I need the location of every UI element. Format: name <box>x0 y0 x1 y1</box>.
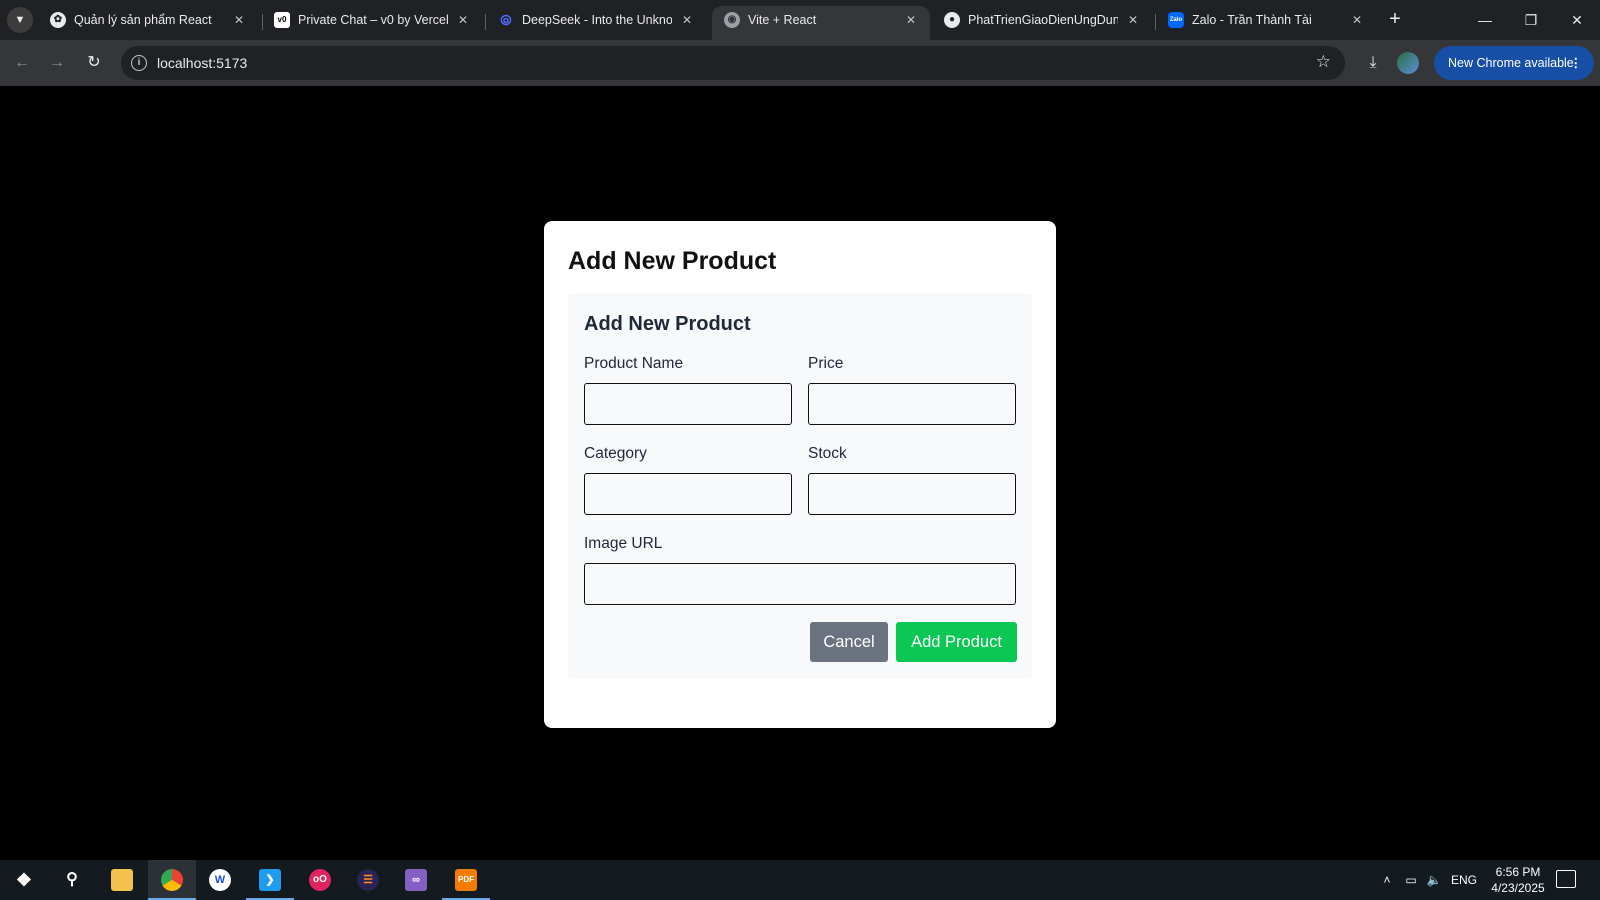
new-chrome-available-button[interactable]: New Chrome available ⋮ <box>1434 46 1594 80</box>
product-form: Add New Product Product Name Price Categ… <box>568 293 1032 679</box>
update-label: New Chrome available <box>1448 56 1574 70</box>
tab-title: Quản lý sản phẩm React <box>74 13 212 27</box>
taskbar-eclipse[interactable]: ☰ <box>344 860 392 900</box>
search-icon: ⚲ <box>66 871 78 888</box>
deepseek-icon: ⦾ <box>500 12 512 28</box>
modal-title: Add New Product <box>568 247 777 275</box>
close-icon[interactable]: ✕ <box>230 11 248 29</box>
minimize-button[interactable]: — <box>1462 0 1508 40</box>
windows-start-icon: ❖ <box>15 870 33 890</box>
stock-input[interactable] <box>808 473 1016 515</box>
taskbar-vscode[interactable]: ❯ <box>246 860 294 900</box>
category-label: Category <box>584 445 647 462</box>
tab-title: Zalo - Trần Thành Tài <box>1192 13 1312 27</box>
tab-title: DeepSeek - Into the Unknown <box>522 13 672 27</box>
taskbar-visual-studio[interactable]: ∞ <box>392 860 440 900</box>
product-name-label: Product Name <box>584 355 684 372</box>
v0-icon: v0 <box>274 12 290 28</box>
app-icon: oO <box>309 869 331 891</box>
cancel-button[interactable]: Cancel <box>810 622 888 662</box>
taskbar-file-explorer[interactable] <box>98 860 146 900</box>
taskbar-chrome[interactable] <box>148 860 196 900</box>
chrome-icon <box>161 869 183 891</box>
stock-label: Stock <box>808 445 847 462</box>
add-product-button[interactable]: Add Product <box>896 622 1017 662</box>
chatgpt-icon: ✿ <box>50 12 66 28</box>
taskbar-clock[interactable]: 6:56 PM 4/23/2025 <box>1478 864 1558 896</box>
restore-button[interactable]: ❐ <box>1508 0 1554 40</box>
add-product-modal: Add New Product Add New Product Product … <box>544 221 1056 728</box>
form-title: Add New Product <box>584 313 751 335</box>
eclipse-icon: ☰ <box>357 869 379 891</box>
category-input[interactable] <box>584 473 792 515</box>
vscode-icon: ❯ <box>259 869 281 891</box>
image-url-label: Image URL <box>584 535 663 552</box>
pdf-icon: PDF <box>455 869 477 891</box>
globe-icon: ◉ <box>724 12 740 28</box>
site-info-icon[interactable]: i <box>131 55 147 71</box>
page-viewport: Add New Product Add New Product Product … <box>0 86 1600 860</box>
tab-title: Private Chat – v0 by Vercel <box>298 13 448 27</box>
avatar[interactable] <box>1397 52 1419 74</box>
tab-strip: ▼ ✿ Quản lý sản phẩm React ✕ v0 Private … <box>0 0 1600 40</box>
close-icon[interactable]: ✕ <box>454 11 472 29</box>
taskbar-app[interactable]: W <box>196 860 244 900</box>
bookmark-star-icon[interactable]: ☆ <box>1316 52 1331 72</box>
taskbar-app[interactable]: oO <box>296 860 344 900</box>
tab-search-chevron-icon[interactable]: ▼ <box>7 7 33 33</box>
download-icon[interactable]: ⤓ <box>1361 51 1385 75</box>
file-explorer-icon <box>111 869 133 891</box>
tab-v0[interactable]: v0 Private Chat – v0 by Vercel ✕ <box>262 6 482 40</box>
product-name-input[interactable] <box>584 383 792 425</box>
tab-zalo[interactable]: Zalo Zalo - Trần Thành Tài ✕ <box>1156 6 1376 40</box>
taskbar-search-button[interactable]: ⚲ <box>48 860 96 900</box>
zalo-icon: Zalo <box>1168 12 1184 28</box>
tab-title: PhatTrienGiaoDienUngDung <box>968 13 1118 27</box>
taskbar-pdf[interactable]: PDF <box>442 860 490 900</box>
close-icon[interactable]: ✕ <box>678 11 696 29</box>
tray-chevron-up-icon[interactable]: ˄ <box>1378 860 1396 900</box>
tab-github[interactable]: ● PhatTrienGiaoDienUngDung ✕ <box>932 6 1152 40</box>
price-label: Price <box>808 355 844 372</box>
close-icon[interactable]: ✕ <box>1348 11 1366 29</box>
address-text[interactable]: localhost:5173 <box>157 55 247 71</box>
tab-deepseek[interactable]: ⦾ DeepSeek - Into the Unknown ✕ <box>486 6 706 40</box>
start-button[interactable]: ❖ <box>0 860 48 900</box>
close-window-button[interactable]: ✕ <box>1554 0 1600 40</box>
reload-button[interactable]: ↻ <box>80 49 108 77</box>
address-bar[interactable]: i localhost:5173 ☆ <box>121 46 1345 80</box>
visual-studio-icon: ∞ <box>405 869 427 891</box>
image-url-input[interactable] <box>584 563 1016 605</box>
tab-chatgpt[interactable]: ✿ Quản lý sản phẩm React ✕ <box>38 6 258 40</box>
network-icon[interactable]: ▭ <box>1401 860 1421 900</box>
price-input[interactable] <box>808 383 1016 425</box>
close-icon[interactable]: ✕ <box>1124 11 1142 29</box>
forward-button[interactable]: → <box>43 49 71 77</box>
clock-date: 4/23/2025 <box>1491 881 1545 895</box>
windows-taskbar: ❖ ⚲ W ❯ oO ☰ ∞ PDF ˄ ▭ 🔈 ENG 6:56 PM 4/2… <box>0 860 1600 900</box>
new-tab-button[interactable]: + <box>1383 8 1407 32</box>
browser-toolbar: ← → ↻ i localhost:5173 ☆ ⤓ New Chrome av… <box>0 40 1600 86</box>
volume-muted-icon[interactable]: 🔈 <box>1424 860 1444 900</box>
notification-icon[interactable] <box>1556 870 1576 888</box>
app-icon: W <box>209 869 231 891</box>
language-indicator[interactable]: ENG <box>1449 860 1479 900</box>
clock-time: 6:56 PM <box>1495 865 1541 879</box>
tab-title: Vite + React <box>748 13 817 27</box>
close-icon[interactable]: ✕ <box>902 11 920 29</box>
more-menu-icon[interactable]: ⋮ <box>1570 46 1583 80</box>
back-button[interactable]: ← <box>8 49 36 77</box>
tab-vite-react[interactable]: ◉ Vite + React ✕ <box>712 6 930 40</box>
github-icon: ● <box>944 12 960 28</box>
